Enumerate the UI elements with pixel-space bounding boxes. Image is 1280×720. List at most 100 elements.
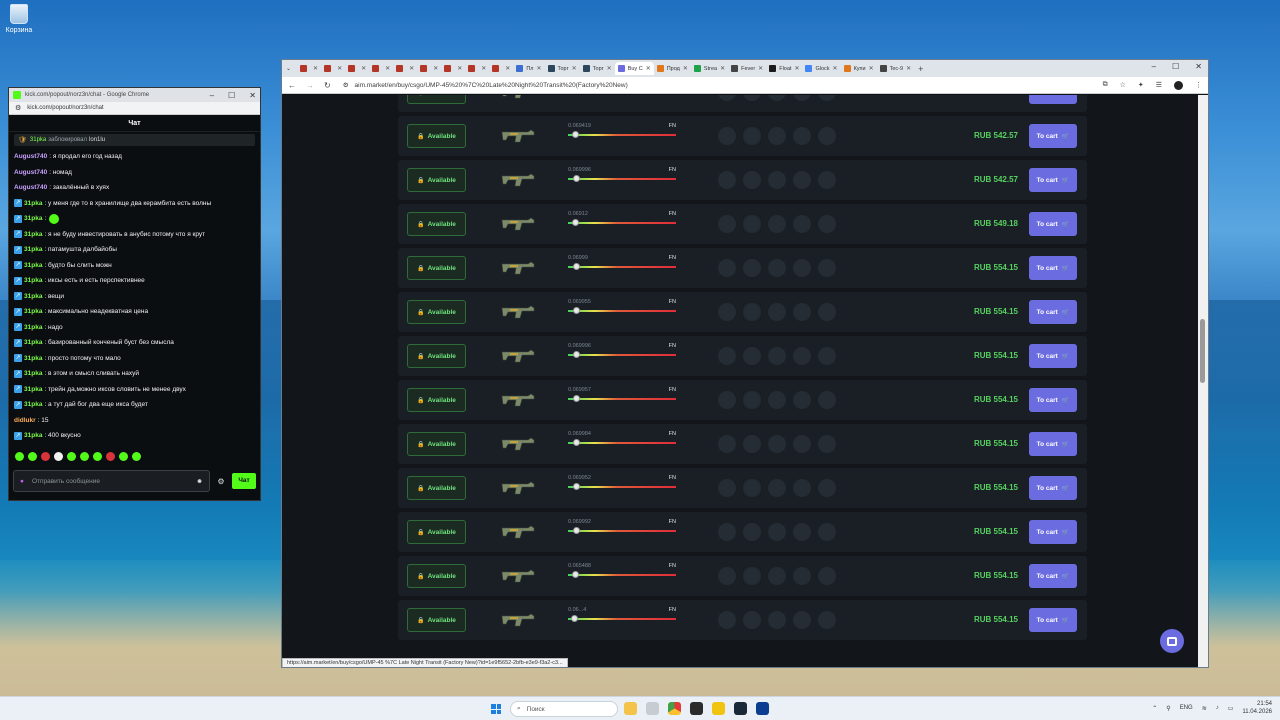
volume-icon[interactable]: ♪	[1216, 705, 1219, 711]
page-scrollbar[interactable]	[1198, 95, 1208, 667]
tab-close-icon[interactable]: ✕	[683, 65, 688, 72]
tab-close-icon[interactable]: ✕	[409, 65, 414, 72]
tab-close-icon[interactable]: ✕	[906, 65, 911, 72]
browser-tab[interactable]: ✕	[393, 62, 417, 75]
chat-username[interactable]: 31pka	[24, 324, 42, 331]
tab-close-icon[interactable]: ✕	[337, 65, 342, 72]
to-cart-button[interactable]: To cart🛒	[1029, 168, 1077, 192]
to-cart-button[interactable]: To cart🛒	[1029, 608, 1077, 632]
back-icon[interactable]: ←	[288, 81, 296, 90]
to-cart-button[interactable]: To cart🛒	[1029, 256, 1077, 280]
chat-username[interactable]: 31pka	[24, 308, 42, 315]
browser-tab[interactable]: ✕	[369, 62, 393, 75]
browser-tab[interactable]: ✕	[441, 62, 465, 75]
forward-icon[interactable]: →	[306, 81, 314, 90]
tab-close-icon[interactable]: ✕	[833, 65, 838, 72]
chat-username[interactable]: 31pka	[24, 200, 42, 207]
chat-window-titlebar[interactable]: kick.com/popout/norz3n/chat - Google Chr…	[9, 88, 260, 102]
tab-close-icon[interactable]: ✕	[313, 65, 318, 72]
item-image[interactable]	[498, 95, 538, 102]
tab-search-icon[interactable]: ⌄	[286, 65, 291, 72]
tab-close-icon[interactable]: ✕	[505, 65, 510, 72]
recycle-bin[interactable]: Корзина	[4, 4, 34, 34]
chat-username[interactable]: August740	[14, 169, 47, 176]
emote-icon[interactable]	[28, 451, 37, 461]
taskbar-app-icon[interactable]	[690, 702, 703, 715]
chat-username[interactable]: 31pka	[24, 293, 42, 300]
close-icon[interactable]: ✕	[1195, 62, 1202, 71]
tab-close-icon[interactable]: ✕	[481, 65, 486, 72]
microphone-icon[interactable]: ●	[20, 478, 24, 485]
chat-username[interactable]: 31pka	[24, 277, 42, 284]
to-cart-button[interactable]: To cart🛒	[1029, 124, 1077, 148]
browser-tab[interactable]: Торг ✕	[545, 62, 580, 75]
maximize-icon[interactable]: ☐	[228, 91, 235, 100]
tab-close-icon[interactable]: ✕	[572, 65, 577, 72]
emote-icon[interactable]	[15, 451, 24, 461]
mod-target[interactable]: lon1lu	[89, 137, 105, 143]
browser-tab[interactable]: Buy C ✕	[614, 62, 654, 75]
browser-tab[interactable]: ✕	[321, 62, 345, 75]
to-cart-button[interactable]: To cart🛒	[1029, 432, 1077, 456]
chat-username[interactable]: August740	[14, 153, 47, 160]
to-cart-button[interactable]: To cart🛒	[1029, 520, 1077, 544]
tab-close-icon[interactable]: ✕	[433, 65, 438, 72]
emote-icon[interactable]	[41, 451, 50, 461]
item-image[interactable]	[498, 302, 538, 322]
chat-message-input[interactable]: ● Отправить сообщение ☻	[13, 470, 210, 492]
item-image[interactable]	[498, 390, 538, 410]
url-field[interactable]: aim.market/en/buy/csgo/UMP-45%20%7C%20La…	[355, 82, 1103, 89]
gear-icon[interactable]: ⚙	[214, 477, 228, 486]
tab-close-icon[interactable]: ✕	[646, 65, 651, 72]
browser-tab[interactable]: Float ✕	[766, 62, 802, 75]
chat-username[interactable]: 31pka	[24, 246, 42, 253]
minimize-icon[interactable]: –	[1152, 62, 1156, 71]
browser-tab[interactable]: ✕	[297, 62, 321, 75]
emote-icon[interactable]	[80, 451, 89, 461]
chat-username[interactable]: 31pka	[24, 401, 42, 408]
steam-icon[interactable]	[734, 702, 747, 715]
extensions-icon[interactable]: ✦	[1138, 81, 1144, 89]
clock[interactable]: 21:54 11.04.2026	[1242, 700, 1272, 716]
to-cart-button[interactable]: To cart🛒	[1029, 564, 1077, 588]
browser-tab[interactable]: Купи ✕	[841, 62, 877, 75]
chat-username[interactable]: 31pka	[24, 355, 42, 362]
chat-username[interactable]: 31pka	[24, 386, 42, 393]
chat-url-bar[interactable]: ⚙ kick.com/popout/norz3n/chat	[9, 102, 260, 115]
chat-username[interactable]: didlukr	[14, 417, 36, 424]
support-chat-button[interactable]	[1160, 629, 1184, 653]
emote-icon[interactable]	[106, 451, 115, 461]
tab-close-icon[interactable]: ✕	[385, 65, 390, 72]
close-icon[interactable]: ✕	[249, 91, 256, 100]
chrome-icon[interactable]	[668, 702, 681, 715]
to-cart-button[interactable]: To cart🛒	[1029, 95, 1077, 104]
file-explorer-icon[interactable]	[624, 702, 637, 715]
taskbar-app-icon[interactable]	[646, 702, 659, 715]
item-image[interactable]	[498, 522, 538, 542]
tray-chevron-icon[interactable]: ⌃	[1152, 705, 1157, 712]
browser-tab[interactable]: ✕	[417, 62, 441, 75]
chat-username[interactable]: 31pka	[24, 339, 42, 346]
tab-close-icon[interactable]: ✕	[457, 65, 462, 72]
profile-avatar[interactable]	[1174, 80, 1183, 90]
emote-icon[interactable]	[67, 451, 76, 461]
maximize-icon[interactable]: ☐	[1172, 62, 1179, 71]
to-cart-button[interactable]: To cart🛒	[1029, 388, 1077, 412]
battery-icon[interactable]: ▭	[1228, 705, 1234, 712]
item-image[interactable]	[498, 170, 538, 190]
install-icon[interactable]: ⧉	[1103, 81, 1108, 89]
item-image[interactable]	[498, 610, 538, 630]
browser-tab[interactable]: Fever ✕	[728, 62, 766, 75]
tab-close-icon[interactable]: ✕	[794, 65, 799, 72]
minimize-icon[interactable]: –	[210, 91, 214, 100]
tab-close-icon[interactable]: ✕	[536, 65, 541, 72]
language-indicator[interactable]: ENG	[1180, 705, 1193, 711]
emote-icon[interactable]	[54, 451, 63, 461]
browser-tab[interactable]: Торг ✕	[580, 62, 615, 75]
to-cart-button[interactable]: To cart🛒	[1029, 344, 1077, 368]
tab-close-icon[interactable]: ✕	[607, 65, 612, 72]
emote-icon[interactable]	[93, 451, 102, 461]
chat-send-button[interactable]: Чат	[232, 473, 256, 489]
site-info-icon[interactable]: ⚙	[343, 81, 349, 89]
tab-close-icon[interactable]: ✕	[361, 65, 366, 72]
